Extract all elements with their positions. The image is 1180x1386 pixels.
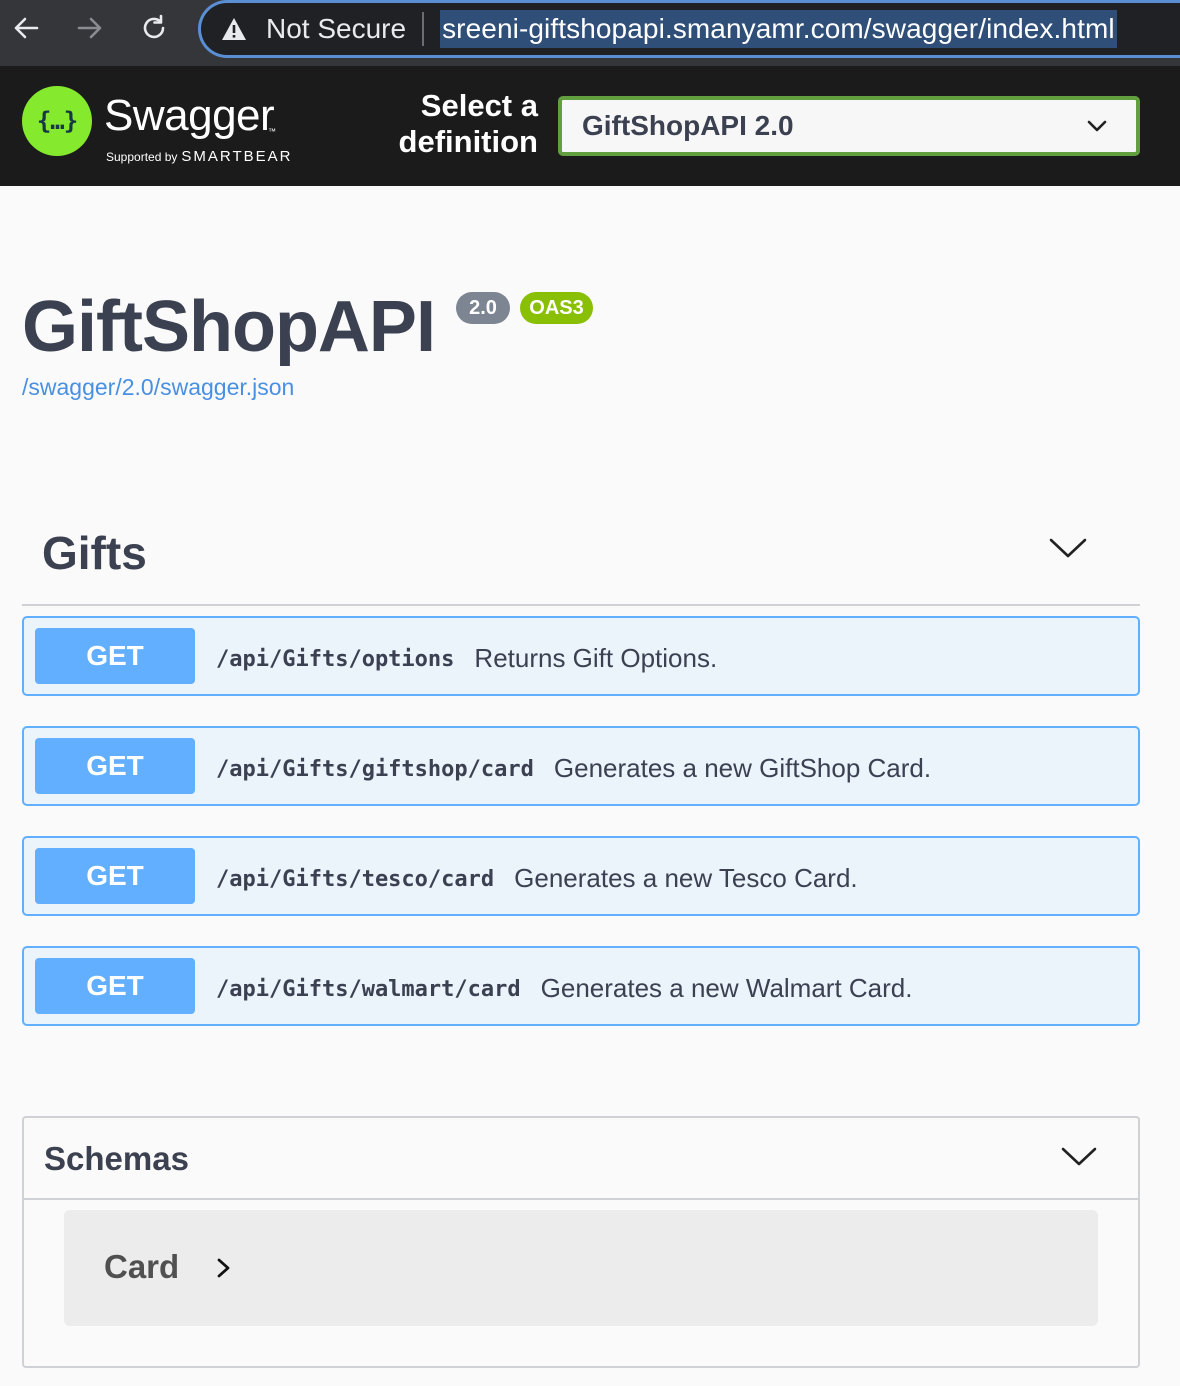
chevron-right-icon[interactable] bbox=[214, 1256, 234, 1280]
method-badge: GET bbox=[35, 738, 195, 794]
url-text[interactable]: sreeni-giftshopapi.smanyamr.com/swagger/… bbox=[440, 10, 1117, 48]
logo-supported-text: Supported by bbox=[106, 150, 178, 164]
operation-summary: Generates a new Walmart Card. bbox=[540, 973, 913, 1003]
schemas-header[interactable]: Schemas bbox=[24, 1118, 1138, 1200]
tag-section-header[interactable]: Gifts bbox=[22, 520, 1140, 606]
api-title: GiftShopAPI bbox=[22, 287, 436, 367]
model-name: Card bbox=[104, 1248, 180, 1285]
operation-row[interactable]: GET /api/Gifts/giftshop/card Generates a … bbox=[22, 726, 1140, 806]
schemas-section: Schemas Card bbox=[22, 1116, 1140, 1368]
back-button[interactable] bbox=[4, 8, 48, 48]
schema-model-card[interactable]: Card bbox=[64, 1210, 1098, 1326]
version-badge: 2.0 bbox=[456, 292, 510, 324]
path-text: /api/Gifts/options bbox=[216, 647, 455, 672]
warning-icon bbox=[221, 15, 251, 43]
address-bar[interactable]: Not Secure sreeni-giftshopapi.smanyamr.c… bbox=[198, 0, 1180, 58]
definition-select-value: GiftShopAPI 2.0 bbox=[582, 110, 794, 141]
operation-path: /api/Gifts/walmart/card Generates a new W… bbox=[216, 972, 913, 1003]
reload-button[interactable] bbox=[132, 8, 176, 48]
oas-badge: OAS3 bbox=[520, 292, 593, 324]
chevron-down-icon[interactable] bbox=[1048, 534, 1088, 564]
path-text: /api/Gifts/walmart/card bbox=[216, 977, 521, 1002]
operation-summary: Returns Gift Options. bbox=[474, 643, 718, 673]
forward-arrow-icon bbox=[77, 17, 102, 39]
logo-name: Swagger bbox=[104, 91, 275, 140]
method-badge: GET bbox=[35, 628, 195, 684]
browser-toolbar: Not Secure sreeni-giftshopapi.smanyamr.c… bbox=[0, 0, 1180, 66]
reload-icon bbox=[143, 14, 165, 39]
chevron-down-icon bbox=[1087, 120, 1107, 132]
chevron-down-icon[interactable] bbox=[1060, 1144, 1098, 1170]
logo-company: SMARTBEAR bbox=[181, 148, 293, 165]
address-divider bbox=[422, 12, 425, 46]
operation-row[interactable]: GET /api/Gifts/walmart/card Generates a n… bbox=[22, 946, 1140, 1026]
operation-row[interactable]: GET /api/Gifts/options Returns Gift Optio… bbox=[22, 616, 1140, 696]
tag-title: Gifts bbox=[42, 527, 147, 579]
trademark-mark: ™ bbox=[268, 127, 276, 136]
path-text: /api/Gifts/tesco/card bbox=[216, 867, 495, 892]
forward-button[interactable] bbox=[68, 8, 112, 48]
definition-label: Select a definition bbox=[398, 88, 538, 159]
spec-json-link[interactable]: /swagger/2.0/swagger.json bbox=[22, 374, 294, 401]
operation-summary: Generates a new Tesco Card. bbox=[514, 863, 858, 893]
security-status[interactable]: Not Secure bbox=[266, 13, 406, 45]
operation-row[interactable]: GET /api/Gifts/tesco/card Generates a new… bbox=[22, 836, 1140, 916]
swagger-topbar: {…} Swagger ™ Supported by SMARTBEAR Sele… bbox=[0, 66, 1180, 186]
operation-path: /api/Gifts/giftshop/card Generates a new … bbox=[216, 752, 931, 783]
method-badge: GET bbox=[35, 848, 195, 904]
operation-summary: Generates a new GiftShop Card. bbox=[553, 753, 932, 783]
operation-path: /api/Gifts/options Returns Gift Options. bbox=[216, 642, 717, 673]
method-badge: GET bbox=[35, 958, 195, 1014]
logo-tagline: Supported by SMARTBEAR bbox=[106, 148, 292, 165]
definition-select[interactable]: GiftShopAPI 2.0 bbox=[558, 96, 1140, 156]
schemas-title: Schemas bbox=[44, 1140, 189, 1177]
path-text: /api/Gifts/giftshop/card bbox=[216, 757, 534, 782]
operation-path: /api/Gifts/tesco/card Generates a new Tes… bbox=[216, 862, 858, 893]
swagger-logo-icon[interactable]: {…} bbox=[22, 86, 92, 156]
back-arrow-icon bbox=[14, 17, 39, 39]
logo-glyph: {…} bbox=[36, 107, 78, 135]
